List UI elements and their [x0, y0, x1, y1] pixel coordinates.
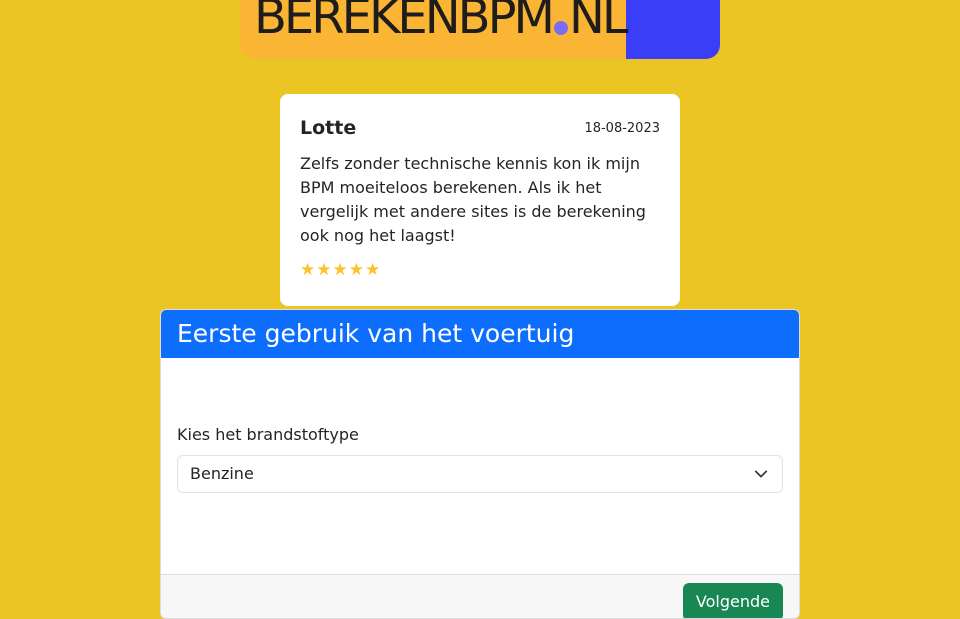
logo-text-suffix: NL [568, 0, 629, 45]
review-header: Lotte 18-08-2023 [300, 114, 660, 142]
next-button[interactable]: Volgende [682, 583, 783, 618]
logo-text: BEREKENBPM NL [254, 0, 629, 46]
reviewer-name: Lotte [300, 117, 357, 139]
form-title: Eerste gebruik van het voertuig [161, 310, 799, 358]
form-footer: Volgende [161, 574, 799, 618]
logo-right-panel [626, 0, 720, 59]
review-date: 18-08-2023 [584, 120, 660, 136]
star-rating-icon: ★★★★★ [300, 260, 382, 280]
chevron-down-icon [754, 470, 768, 478]
review-card: Lotte 18-08-2023 Zelfs zonder technische… [280, 94, 680, 306]
fuel-type-selected-value: Benzine [190, 464, 254, 483]
logo-text-main: BEREKENBPM [254, 0, 555, 45]
fuel-type-label: Kies het brandstoftype [177, 425, 359, 444]
vehicle-form-card: Eerste gebruik van het voertuig Kies het… [160, 309, 800, 619]
review-text: Zelfs zonder technische kennis kon ik mi… [300, 154, 646, 245]
form-body: Kies het brandstoftype Benzine [161, 358, 799, 574]
site-logo[interactable]: BEREKENBPM NL [240, 0, 720, 59]
fuel-type-select[interactable]: Benzine [177, 455, 783, 493]
logo-dot-icon [553, 21, 568, 35]
